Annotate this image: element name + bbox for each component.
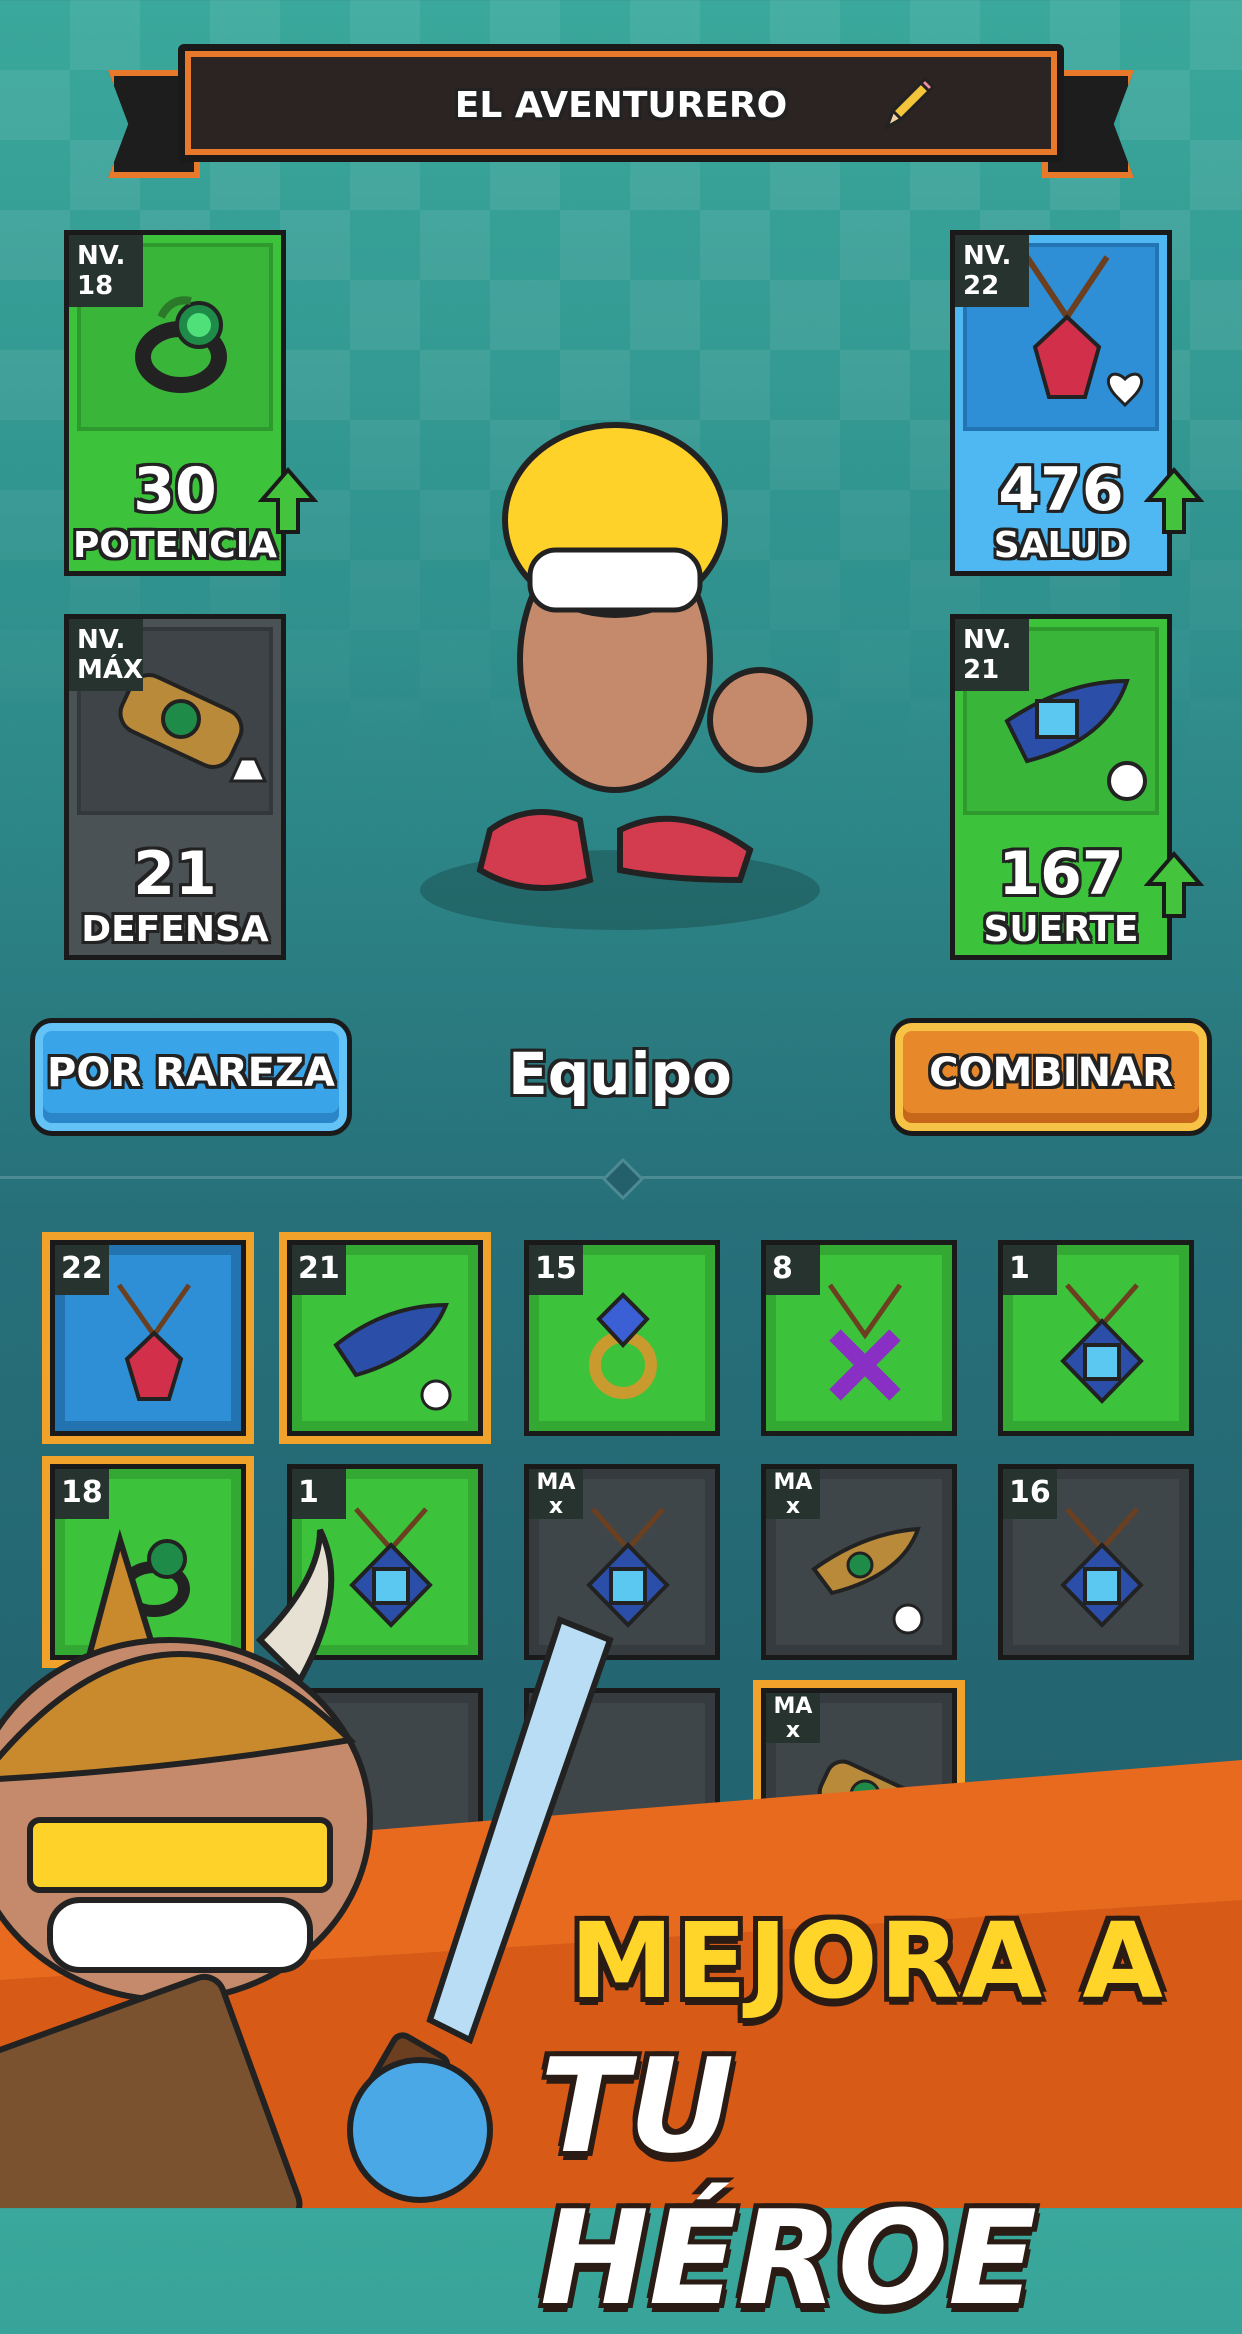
stat-card-luck[interactable]: NV. 21 167 SUERTE xyxy=(950,614,1172,960)
amulet-icon xyxy=(1060,1283,1144,1404)
hero-character xyxy=(420,422,820,930)
inventory-item[interactable]: 22 xyxy=(42,1232,254,1444)
item-level-badge: 1 xyxy=(292,1469,346,1519)
amulet-icon xyxy=(116,1283,192,1401)
stat-value: 21 xyxy=(133,839,217,909)
ring-icon xyxy=(589,1292,657,1399)
stat-label: SALUD xyxy=(993,525,1129,566)
upgrade-arrow-icon xyxy=(1144,850,1204,918)
stat-label: DEFENSA xyxy=(81,909,269,950)
stat-card-defense[interactable]: NV. MÁX 21 DEFENSA xyxy=(64,614,286,960)
level-badge: NV. 21 xyxy=(955,619,1029,691)
stat-label: POTENCIA xyxy=(73,525,277,566)
section-title: Equipo xyxy=(508,1040,732,1108)
upgrade-arrow-icon xyxy=(258,466,318,534)
inventory-item[interactable]: 16 xyxy=(998,1464,1194,1660)
promo-line-2: TU HÉROE xyxy=(540,2030,1038,2334)
item-level-badge: 8 xyxy=(766,1245,820,1295)
stat-card-power[interactable]: NV. 18 30 POTENCIA xyxy=(64,230,286,576)
inventory-item[interactable]: 8 xyxy=(761,1240,957,1436)
inventory-item[interactable]: MA x xyxy=(761,1464,957,1660)
edit-pencil-icon[interactable] xyxy=(877,75,937,135)
amulet-icon xyxy=(1060,1507,1144,1628)
inventory-item[interactable]: 21 xyxy=(279,1232,491,1444)
promo-line-1: MEJORA A xyxy=(570,1900,1165,2022)
inventory-item[interactable]: 1 xyxy=(998,1240,1194,1436)
banner-box: EL AVENTURERO xyxy=(178,44,1064,162)
horn-icon xyxy=(333,1302,452,1411)
amulet-icon xyxy=(827,1283,903,1401)
sort-by-rarity-button[interactable]: POR RAREZA xyxy=(30,1018,352,1136)
item-level-badge: 22 xyxy=(55,1245,109,1295)
item-level-badge: 18 xyxy=(55,1469,109,1519)
hero-name-banner: EL AVENTURERO xyxy=(108,44,1134,178)
stat-value: 476 xyxy=(998,455,1124,525)
level-badge: NV. MÁX xyxy=(69,619,143,691)
horn-icon xyxy=(811,1526,924,1635)
upgrade-arrow-icon xyxy=(1144,466,1204,534)
item-level-badge: 16 xyxy=(1003,1469,1057,1519)
inventory-item[interactable]: 15 xyxy=(524,1240,720,1436)
item-level-badge: 1 xyxy=(1003,1245,1057,1295)
divider-diamond-icon xyxy=(601,1157,645,1201)
level-badge: NV. 18 xyxy=(69,235,143,307)
item-level-badge: MA x xyxy=(766,1693,820,1743)
item-level-badge: 21 xyxy=(292,1245,346,1295)
item-level-badge: MA x xyxy=(766,1469,820,1519)
stat-card-health[interactable]: NV. 22 476 SALUD xyxy=(950,230,1172,576)
level-badge: NV. 22 xyxy=(955,235,1029,307)
stat-label: SUERTE xyxy=(983,909,1139,950)
stat-value: 30 xyxy=(133,455,217,525)
stat-value: 167 xyxy=(998,839,1124,909)
combine-button[interactable]: COMBINAR xyxy=(890,1018,1212,1136)
item-level-badge: 15 xyxy=(529,1245,583,1295)
item-level-badge: MA x xyxy=(529,1469,583,1519)
